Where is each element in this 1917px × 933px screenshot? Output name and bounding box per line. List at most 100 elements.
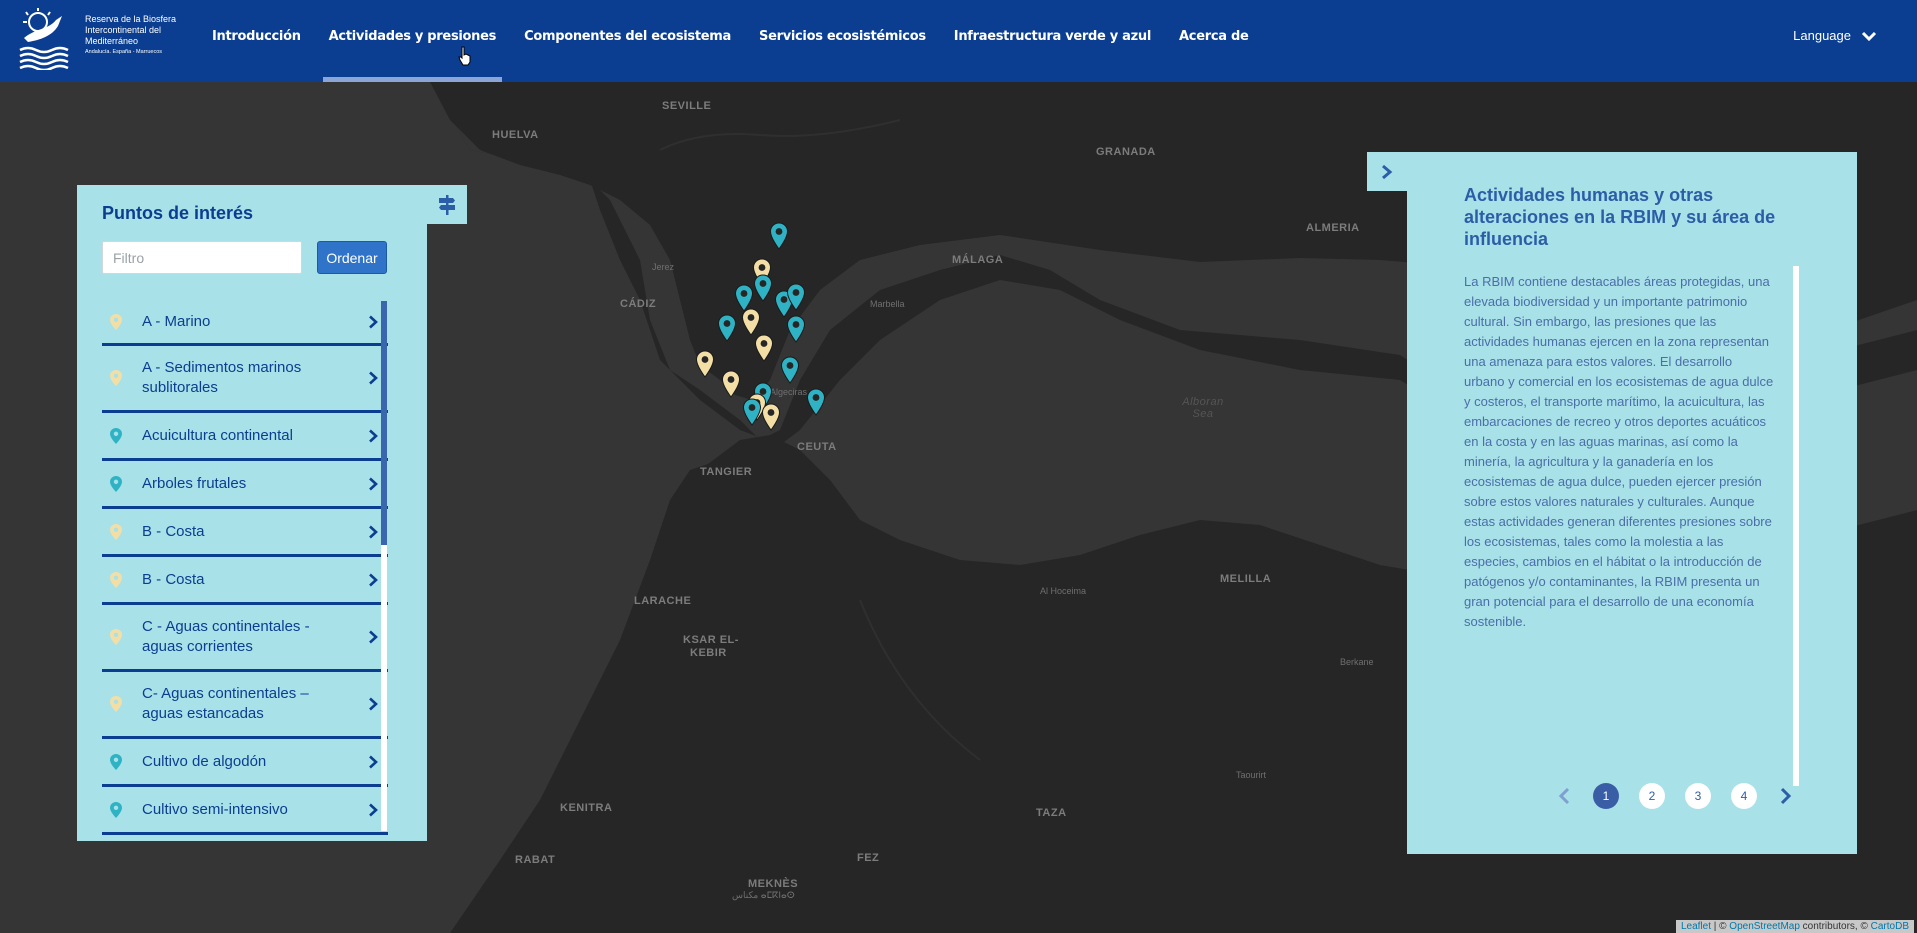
map-attribution: Leaflet | © OpenStreetMap contributors, … [1675,920,1914,933]
poi-list-item[interactable]: C - Aguas continentales - aguas corrient… [102,605,388,672]
chevron-right-icon [369,755,378,768]
map-label: CEUTA [797,441,837,453]
map-label: LARACHE [634,595,692,607]
map-pin-icon [110,801,122,818]
chevron-left-icon [1558,787,1570,805]
poi-item-label: C - Aguas continentales - aguas corrient… [142,618,310,655]
map-label: Algeciras [770,387,808,397]
poi-item-label: B - Costa [142,522,205,540]
poi-list-item[interactable]: Cultivo de algodón [102,739,388,787]
language-selector[interactable]: Language [1793,28,1877,43]
info-panel: Actividades humanas y otras alteraciones… [1407,152,1857,854]
map-marker-icon[interactable] [786,283,806,311]
map-marker-icon[interactable] [754,334,774,362]
map-label: HUELVA [492,129,539,141]
poi-list-item[interactable]: Arboles frutales [102,461,388,509]
map-marker-icon[interactable] [769,222,789,250]
chevron-right-icon [369,803,378,816]
chevron-right-icon [1382,164,1393,179]
page-3-button[interactable]: 3 [1685,783,1711,809]
map-label: Marbella [870,299,905,309]
nav-actividades-presiones[interactable]: Actividades y presiones [315,0,510,82]
map-marker-icon[interactable] [786,315,806,343]
chevron-right-icon [369,697,378,711]
map-pin-icon [110,523,122,540]
map-pin-icon [110,696,122,712]
map-marker-icon[interactable] [761,403,781,431]
poi-list: A - Marino A - Sedimentos marinos sublito… [102,301,388,835]
info-panel-toggle[interactable] [1367,152,1407,191]
language-label: Language [1793,28,1851,43]
page-4-button[interactable]: 4 [1731,783,1757,809]
poi-list-item[interactable]: C- Aguas continentales – aguas estancada… [102,672,388,739]
attribution-contrib: contributors, © [1799,921,1871,932]
poi-item-label: Arboles frutales [142,474,247,492]
map-label: MELILLA [1220,573,1272,585]
poi-list-item[interactable]: A - Sedimentos marinos sublitorales [102,346,388,413]
nav-acerca-de[interactable]: Acerca de [1165,0,1262,82]
nav-servicios-ecosistemicos[interactable]: Servicios ecosistémicos [745,0,940,82]
poi-item-label: Cultivo semi-intensivo [142,800,288,818]
poi-list-item[interactable]: Cultivo semi-intensivo [102,787,388,835]
map-marker-icon[interactable] [741,308,761,336]
signpost-icon [439,194,455,215]
map-marker-icon[interactable] [780,356,800,384]
map-pin-icon [110,753,122,770]
nav-componentes-ecosistema[interactable]: Componentes del ecosistema [510,0,745,82]
info-scrollbar[interactable] [1793,266,1799,786]
map-marker-icon[interactable] [753,274,773,302]
logo[interactable]: Reserva de la Biosfera Intercontinental … [18,6,178,72]
next-page-button[interactable] [1777,786,1795,806]
poi-list-item[interactable]: Acuicultura continental [102,413,388,461]
poi-item-label: B - Costa [142,570,205,588]
poi-panel-title: Puntos de interés [102,203,254,223]
logo-line1: Reserva de la Biosfera [85,14,177,24]
nav-introduccion[interactable]: Introducción [198,0,315,82]
cartodb-link[interactable]: CartoDB [1871,921,1909,932]
map-label: KSAR EL- [683,634,739,646]
map-label: KENITRA [560,802,613,814]
map-label: مكناس ⴰⵎⴽⵏⴰⵙ [732,890,795,900]
poi-panel-toggle[interactable] [427,185,467,224]
chevron-right-icon [369,573,378,586]
prev-page-button[interactable] [1555,786,1573,806]
info-panel-body: La RBIM contiene destacables áreas prote… [1464,274,1774,629]
osm-link[interactable]: OpenStreetMap [1729,921,1800,932]
map-marker-icon[interactable] [695,350,715,378]
poi-list-item[interactable]: B - Costa [102,557,388,605]
map-marker-icon[interactable] [721,370,741,398]
map-pin-icon [110,475,122,492]
logo-text: Reserva de la Biosfera Intercontinental … [85,14,181,57]
page-1-button[interactable]: 1 [1593,783,1619,809]
top-navbar: Reserva de la Biosfera Intercontinental … [0,0,1917,82]
map-label: MÁLAGA [952,254,1004,266]
attribution-sep: | © [1710,921,1730,932]
filter-input[interactable] [102,241,302,274]
nav-infraestructura[interactable]: Infraestructura verde y azul [940,0,1165,82]
order-button[interactable]: Ordenar [317,241,387,274]
map-marker-icon[interactable] [742,398,762,426]
map-label: Al Hoceima [1040,586,1087,596]
map-label: GRANADA [1096,146,1156,158]
map-label: FEZ [857,852,880,864]
chevron-right-icon [369,477,378,490]
hand-cursor-icon [458,46,471,66]
map-label: ALMERIA [1306,222,1360,234]
chevron-right-icon [369,525,378,538]
poi-scrollbar-thumb[interactable] [381,301,387,545]
pagination: 1 2 3 4 [1555,783,1815,809]
poi-list-item[interactable]: A - Marino [102,301,388,346]
map-label: RABAT [515,854,556,866]
poi-list-item[interactable]: B - Costa [102,509,388,557]
chevron-right-icon [369,429,378,442]
poi-item-label: Acuicultura continental [142,426,293,444]
map-marker-icon[interactable] [717,314,737,342]
leaflet-link[interactable]: Leaflet [1681,921,1711,932]
chevron-down-icon [1861,31,1877,41]
poi-item-label: A - Sedimentos marinos sublitorales [142,359,302,396]
map-marker-icon[interactable] [806,388,826,416]
map-label: KEBIR [690,647,727,659]
map-label: Jerez [652,262,675,272]
page-2-button[interactable]: 2 [1639,783,1665,809]
map-label: TAZA [1036,807,1067,819]
